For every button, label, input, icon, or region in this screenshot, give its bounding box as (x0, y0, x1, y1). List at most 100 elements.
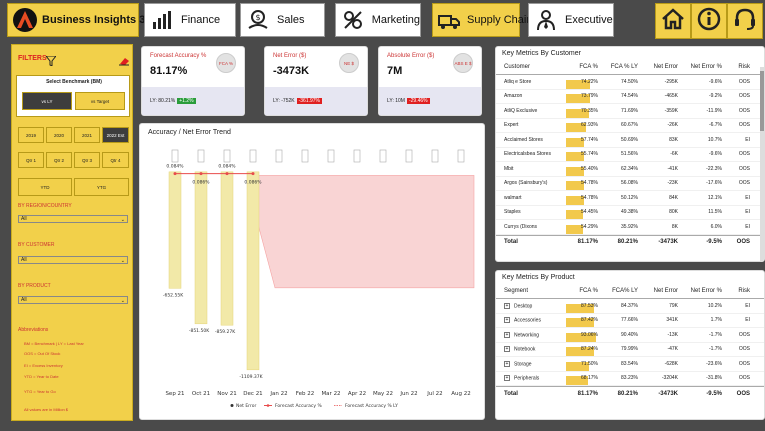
column-header[interactable]: Net Error % (682, 64, 726, 70)
net-error-cell: -6K (642, 151, 682, 157)
table-row[interactable]: AtliQ Exclusive 70.35% 71.69% -359K -11.9% OO… (496, 104, 764, 119)
chevron-down-icon: ⌄ (120, 258, 125, 264)
fca-cell-text: 54.29% (581, 223, 598, 230)
total-name-text: Total (504, 239, 518, 245)
region-filter-select[interactable]: All ⌄ (18, 215, 128, 223)
year-2020-button[interactable]: 2020 (46, 127, 72, 143)
column-header-text: Risk (738, 64, 750, 70)
table-row[interactable]: Acclaimed Stores 57.74% 50.69% 83K 10.7% EI (496, 133, 764, 148)
column-header[interactable]: FCA % LY (602, 64, 642, 70)
nav-supply-chain-button[interactable]: Supply Chain (432, 3, 532, 37)
benchmark-vs-ly-button[interactable]: vs LY (22, 92, 72, 110)
table-row[interactable]: + Desktop 87.53% 84.37% 79K 10.2% EI (496, 299, 764, 314)
net-error-bar (246, 171, 260, 371)
year-2021-button[interactable]: 2021 (74, 127, 100, 143)
ytd-button[interactable]: YTD (18, 178, 72, 196)
nav-finance-button[interactable]: Finance (144, 3, 236, 37)
nav-sales-button[interactable]: $ Sales (240, 3, 325, 37)
fca-cell-text: 54.78% (581, 194, 598, 201)
row-name-text: Desktop (514, 302, 533, 309)
column-header[interactable]: Net Error (642, 288, 682, 294)
column-header[interactable]: FCA % (562, 64, 602, 70)
kpi-title: Net Error ($) (273, 53, 307, 59)
legend-net-error-label: Net Error (236, 403, 256, 409)
nav-marketing-button[interactable]: Marketing (335, 3, 421, 37)
row-name-text: Acclaimed Stores (504, 136, 543, 143)
column-header[interactable]: Net Error (642, 64, 682, 70)
risk-cell-text: EI (745, 317, 750, 324)
quarter-2-button[interactable]: Qtr 2 (46, 152, 72, 168)
finance-icon (149, 7, 175, 33)
column-header[interactable]: Net Error % (682, 288, 726, 294)
clear-filters-icon[interactable] (118, 53, 130, 66)
table-row[interactable]: Atliq e Store 74.22% 74.50% -295K -9.6% OOS (496, 75, 764, 90)
row-name-text: Mbit (504, 165, 514, 172)
year-2019-button[interactable]: 2019 (18, 127, 44, 143)
table-row[interactable]: + Accessories 87.42% 77.66% 341K 1.7% EI (496, 314, 764, 328)
abbreviation-item: OOS = Out Of Stock (24, 351, 61, 356)
info-button[interactable] (691, 3, 727, 39)
fca-cell: 54.29% (562, 223, 602, 234)
table-row[interactable]: + Networking 93.06% 90.40% -13K -1.7% OOS (496, 328, 764, 343)
customer-filter-value: All (21, 257, 27, 263)
column-header[interactable]: Segment (496, 288, 562, 294)
benchmark-vs-target-button[interactable]: vs Target (75, 92, 125, 110)
fca-cell: 73.79% (562, 93, 602, 104)
net-error-cell: -628K (642, 361, 682, 367)
column-header[interactable]: Customer (496, 64, 562, 70)
column-header[interactable]: FCA % (562, 288, 602, 294)
net-error-cell-text: 80K (669, 209, 678, 216)
x-axis-label: Nov 21 (217, 391, 236, 397)
expand-icon[interactable]: + (504, 302, 510, 309)
quarter-4-button[interactable]: Qtr 4 (102, 152, 129, 168)
net-error-pct-cell: 10.2% (682, 303, 726, 309)
expand-icon[interactable]: + (504, 360, 510, 367)
table-row[interactable]: + Storage 71.50% 83.54% -628K -23.6% OOS (496, 357, 764, 372)
risk-cell-text: OOS (738, 151, 750, 158)
table-row[interactable]: Currys (Dixons 54.29% 35.92% 8K 6.0% EI (496, 220, 764, 235)
customer-filter-select[interactable]: All ⌄ (18, 256, 128, 264)
fca-ly-cell: 62.34% (602, 166, 642, 172)
customer-metrics-table: Key Metrics By Customer Customer FCA % FCA… (495, 46, 765, 262)
table-row[interactable]: walmart 54.78% 50.12% 84K 12.1% EI (496, 191, 764, 206)
quarter-3-button[interactable]: Qtr 3 (74, 152, 100, 168)
table-row[interactable]: + Peripherals 68.17% 83.23% -3204K -31.8% OOS (496, 372, 764, 386)
column-header[interactable]: FCA% LY (602, 288, 642, 294)
category-marker (327, 149, 335, 163)
expand-icon[interactable]: + (504, 331, 510, 338)
risk-cell-text: OOS (738, 360, 750, 367)
total-nep-text: -9.5% (706, 239, 722, 245)
net-error-bar (194, 171, 208, 325)
column-header[interactable]: Risk (726, 64, 754, 70)
expand-icon[interactable]: + (504, 317, 510, 324)
nav-executive-button[interactable]: Executive (528, 3, 614, 37)
table-row[interactable]: Argos (Sainsbury's) 54.78% 56.08% -23K -17.6… (496, 177, 764, 191)
table-row[interactable]: Expert 62.93% 60.67% -26K -6.7% OOS (496, 119, 764, 133)
expand-icon[interactable]: + (504, 346, 510, 353)
support-button[interactable] (727, 3, 763, 39)
expand-icon[interactable]: + (504, 375, 510, 382)
ytg-button[interactable]: YTG (74, 178, 129, 196)
fca-cell: 68.17% (562, 375, 602, 386)
row-name: Argos (Sainsbury's) (496, 180, 562, 186)
table-row[interactable]: Staples 54.45% 49.38% 80K 11.5% EI (496, 206, 764, 220)
table-row[interactable]: Amazon 73.79% 74.54% -465K -9.2% OOS (496, 90, 764, 104)
fca-cell: 57.74% (562, 137, 602, 147)
row-name: Amazon (496, 93, 562, 99)
home-button[interactable] (655, 3, 691, 39)
column-header[interactable]: Risk (726, 288, 754, 294)
table-row[interactable]: + Notebook 87.24% 79.99% -47K -1.7% OOS (496, 343, 764, 357)
row-name: + Notebook (496, 346, 562, 352)
quarter-1-button[interactable]: Qtr 1 (18, 152, 44, 168)
net-error-pct-cell-text: -23.6% (706, 360, 722, 367)
table-row[interactable]: Electricalsbea Stores 55.74% 51.56% -6K -9.6… (496, 148, 764, 162)
net-error-cell: -465K (642, 93, 682, 99)
table-row[interactable]: Mbit 55.40% 62.34% -41K -22.3% OOS (496, 162, 764, 177)
product-filter-select[interactable]: All ⌄ (18, 296, 128, 304)
fca-cell-text: 71.50% (581, 360, 598, 367)
risk-cell: OOS (726, 346, 754, 352)
x-axis-label: Jul 22 (426, 391, 442, 397)
customer-table-scroll-thumb[interactable] (760, 71, 764, 131)
row-name: + Peripherals (496, 375, 562, 381)
year-2022-est-button[interactable]: 2022 Est (102, 127, 129, 143)
